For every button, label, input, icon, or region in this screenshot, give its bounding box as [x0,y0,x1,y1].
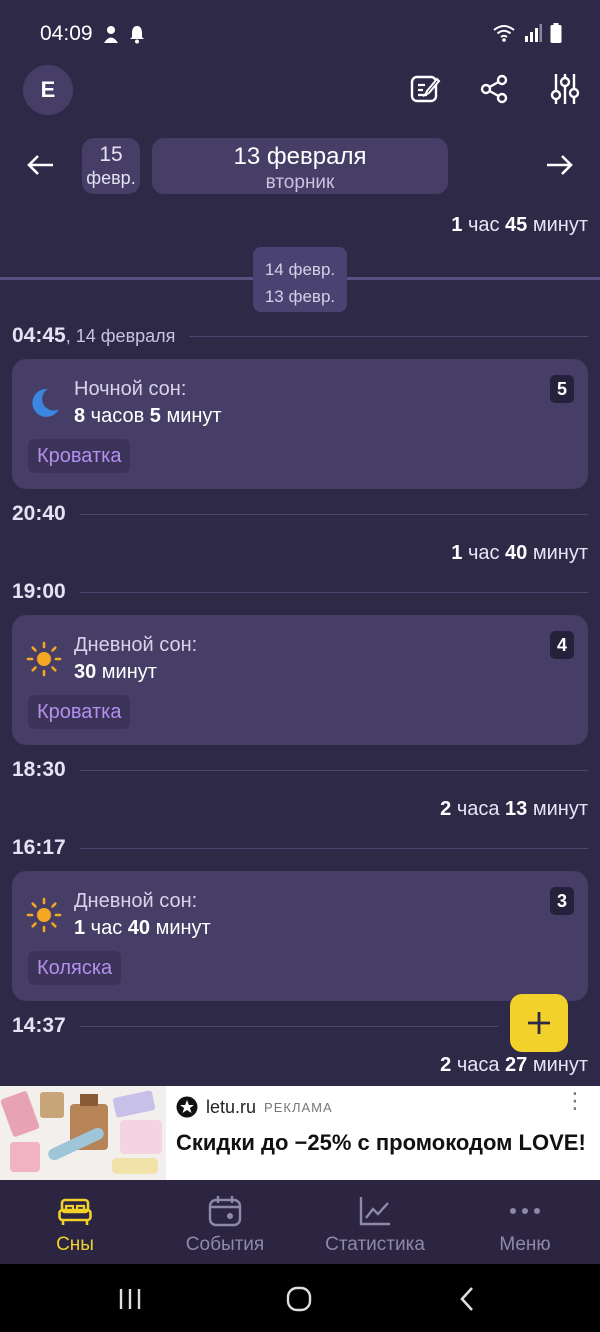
sleep-number-badge: 5 [550,375,574,403]
time-marker: 14:37 [12,1014,588,1038]
filter-settings-icon[interactable] [548,72,582,106]
time-marker: 16:17 [12,836,588,860]
nav-label: Меню [499,1234,551,1255]
ad-menu-icon[interactable]: ⋮ [564,1090,586,1112]
arrow-left-icon[interactable] [22,148,58,182]
sleep-type-label: Дневной сон: [74,890,198,912]
sleep-card[interactable]: Дневной сон: 1 час 40 минут 3 Коляска [12,871,588,1001]
current-date-button[interactable]: 13 февраля вторник [152,138,448,194]
nav-item-menu[interactable]: Меню [450,1194,600,1256]
add-button[interactable] [510,994,568,1052]
avatar[interactable]: E [23,65,73,115]
more-icon [510,1208,540,1214]
current-date: 13 февраля [233,143,367,170]
status-right-icons [492,23,562,43]
date-navigation: 15 февр. 13 февраля вторник [0,136,600,196]
previous-date-day: 15 [99,143,123,166]
top-bar: E [0,64,600,118]
place-tag: Коляска [28,951,122,985]
signal-icon [525,24,542,42]
bell-icon [130,26,144,44]
battery-icon [550,23,562,43]
gap-duration: 2 часа 27 минут [440,1054,588,1076]
nav-item-statistics[interactable]: Статистика [300,1194,450,1256]
previous-date-month: февр. [86,168,136,188]
status-time: 04:09 [40,22,93,45]
day-change-chip: 14 февр. 13 февр. [253,247,347,312]
plus-icon [528,1012,550,1034]
bed-icon [58,1198,92,1225]
nav-label: Сны [56,1234,94,1255]
status-left-icons [102,24,146,44]
chart-icon [359,1197,390,1226]
time-marker: 18:30 [12,758,588,782]
nav-label: События [185,1234,265,1255]
moon-icon [32,388,59,417]
ad-image[interactable] [0,1086,166,1180]
sleep-type-label: Дневной сон: [74,634,198,656]
edit-note-icon[interactable] [408,72,442,106]
home-icon[interactable] [279,1284,319,1314]
sleep-number-badge: 4 [550,631,574,659]
sleep-card[interactable]: Ночной сон: 8 часов 5 минут 5 Кроватка [12,359,588,489]
star-logo-icon [176,1096,198,1118]
gap-duration: 2 часа 13 минут [440,798,588,820]
time-marker: 20:40 [12,502,588,526]
system-navigation-bar [0,1264,600,1332]
recent-apps-icon[interactable] [110,1284,150,1314]
sleep-number-badge: 3 [550,887,574,915]
back-icon[interactable] [447,1284,487,1314]
sleep-duration: 1 час 40 минут [74,917,211,939]
sleep-type-label: Ночной сон: [74,378,187,400]
nav-item-sleeps[interactable]: Сны [0,1194,150,1256]
place-tag: Кроватка [28,695,131,729]
calendar-icon [208,1196,242,1227]
bottom-navigation: Сны События Статистика Меню [0,1180,600,1264]
ad-brand-name: letu.ru [206,1096,257,1117]
current-weekday: вторник [265,172,335,193]
notification-app-icon [104,26,118,43]
share-icon[interactable] [477,72,511,106]
sleep-duration: 8 часов 5 минут [74,405,222,427]
time-marker: 04:45, 14 февраля [12,324,588,348]
gap-duration: 1 час 40 минут [451,542,588,564]
sun-icon [26,641,62,677]
ad-headline: Скидки до −25% с промокодом LOVE! [176,1130,586,1155]
sleep-card[interactable]: Дневной сон: 30 минут 4 Кроватка [12,615,588,745]
previous-date-button[interactable]: 15 февр. [82,138,140,194]
place-tag: Кроватка [28,439,131,473]
ad-brand: letu.ru РЕКЛАМА [176,1096,333,1118]
status-bar: 04:09 [0,0,600,66]
sun-icon [26,897,62,933]
nav-item-events[interactable]: События [150,1194,300,1256]
ad-banner[interactable]: letu.ru РЕКЛАМА ⋮ Скидки до −25% с промо… [0,1086,600,1180]
gap-duration: 1 час 45 минут [451,214,588,236]
sleep-duration: 30 минут [74,661,157,683]
ad-label: РЕКЛАМА [264,1099,333,1115]
time-marker: 19:00 [12,580,588,604]
nav-label: Статистика [325,1234,425,1255]
arrow-right-icon[interactable] [542,148,578,182]
wifi-icon [493,25,515,42]
